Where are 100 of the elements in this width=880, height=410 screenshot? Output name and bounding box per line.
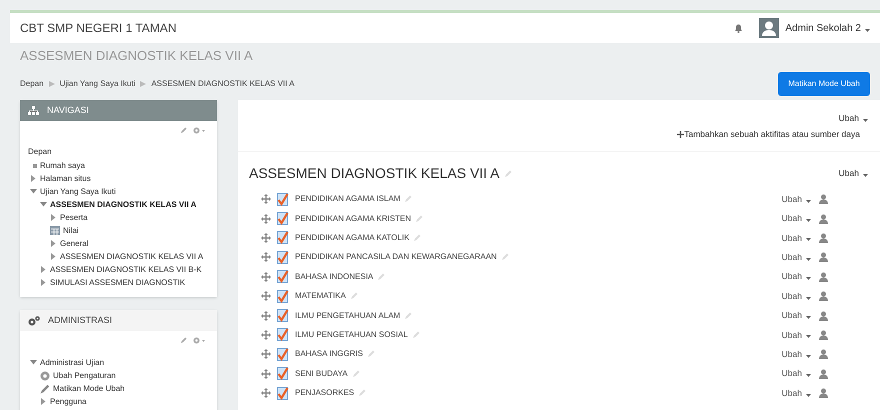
- nav-link[interactable]: Ubah Pengaturan: [53, 370, 116, 382]
- activity-link[interactable]: SENI BUDAYA: [295, 368, 348, 380]
- quiz-icon: [277, 231, 289, 244]
- activity-link[interactable]: BAHASA INGGRIS: [295, 348, 364, 360]
- activity-link[interactable]: MATEMATIKA: [295, 290, 346, 302]
- edit-menu[interactable]: Ubah: [782, 192, 802, 206]
- avatar-icon[interactable]: [759, 18, 780, 38]
- activity-link[interactable]: PENDIDIKAN AGAMA KATOLIK: [295, 232, 410, 244]
- user-icon[interactable]: [819, 252, 828, 262]
- expanded-arrow-icon[interactable]: [40, 202, 47, 207]
- plus-icon[interactable]: [677, 130, 684, 138]
- move-icon[interactable]: [261, 232, 271, 243]
- user-icon[interactable]: [819, 330, 828, 340]
- move-icon[interactable]: [261, 330, 271, 340]
- edit-menu[interactable]: Ubah: [782, 309, 802, 322]
- pencil-icon[interactable]: [180, 127, 187, 134]
- collapsed-arrow-icon[interactable]: [40, 279, 47, 286]
- user-icon[interactable]: [819, 232, 828, 243]
- page-title: ASSESMEN DIAGNOSTIK KELAS VII A: [19, 47, 254, 65]
- caret-icon: [863, 118, 868, 122]
- collapsed-arrow-icon[interactable]: [50, 253, 57, 260]
- expanded-arrow-icon[interactable]: [30, 360, 37, 365]
- move-icon[interactable]: [261, 252, 271, 262]
- nav-link[interactable]: Depan: [28, 146, 209, 159]
- bell-icon[interactable]: [734, 23, 744, 33]
- gear-icon[interactable]: [193, 337, 205, 344]
- move-icon[interactable]: [261, 388, 271, 398]
- nav-link[interactable]: ASSESMEN DIAGNOSTIK KELAS VII A: [60, 250, 204, 262]
- edit-menu[interactable]: Ubah: [782, 367, 802, 380]
- nav-link[interactable]: Peserta: [60, 212, 88, 224]
- gear-icon[interactable]: [193, 127, 205, 134]
- user-icon[interactable]: [819, 214, 828, 224]
- activity-link[interactable]: PENDIDIKAN PANCASILA DAN KEWARGANEGARAAN: [295, 251, 497, 264]
- activity-link[interactable]: ILMU PENGETAHUAN SOSIAL: [295, 328, 408, 341]
- quiz-icon: [277, 192, 289, 206]
- edit-mode-button[interactable]: Matikan Mode Ubah: [778, 72, 870, 96]
- move-icon[interactable]: [261, 291, 271, 302]
- nav-link[interactable]: Pengguna: [50, 396, 86, 408]
- edit-menu[interactable]: Ubah: [782, 270, 802, 284]
- quiz-icon: [277, 250, 289, 264]
- site-name[interactable]: CBT SMP NEGERI 1 TAMAN: [20, 19, 176, 37]
- move-icon[interactable]: [261, 349, 271, 360]
- user-icon[interactable]: [819, 349, 828, 360]
- edit-menu[interactable]: Ubah: [782, 386, 802, 400]
- nav-link[interactable]: Matikan Mode Ubah: [53, 382, 125, 394]
- caret-icon: [806, 277, 811, 280]
- expanded-arrow-icon[interactable]: [30, 189, 37, 194]
- sitemap-icon: [28, 106, 39, 115]
- pencil-icon[interactable]: [180, 337, 187, 344]
- collapsed-arrow-icon[interactable]: [40, 398, 47, 405]
- user-icon[interactable]: [819, 368, 828, 379]
- activity-link[interactable]: PENJASORKES: [295, 387, 354, 400]
- collapsed-arrow-icon[interactable]: [40, 266, 47, 273]
- nav-link[interactable]: General: [60, 238, 88, 250]
- move-icon[interactable]: [261, 214, 271, 224]
- user-name[interactable]: Admin Sekolah 2: [785, 20, 861, 36]
- edit-menu[interactable]: Ubah: [782, 232, 802, 244]
- user-icon[interactable]: [819, 194, 828, 204]
- bullet-icon: [33, 164, 37, 168]
- user-icon[interactable]: [819, 310, 828, 321]
- edit-menu[interactable]: Ubah: [782, 328, 802, 342]
- user-icon[interactable]: [819, 272, 828, 282]
- nav-link[interactable]: Nilai: [63, 224, 79, 236]
- collapsed-arrow-icon[interactable]: [50, 240, 57, 247]
- activity-link[interactable]: PENDIDIKAN AGAMA KRISTEN: [295, 212, 412, 225]
- breadcrumb-link[interactable]: Ujian Yang Saya Ikuti: [60, 78, 136, 90]
- caret-icon: [806, 258, 811, 261]
- edit-menu[interactable]: Ubah: [782, 250, 802, 264]
- move-icon[interactable]: [261, 310, 271, 321]
- collapsed-arrow-icon[interactable]: [30, 175, 37, 182]
- user-icon[interactable]: [819, 388, 828, 398]
- activity-link[interactable]: ILMU PENGETAHUAN ALAM: [295, 310, 400, 322]
- collapsed-arrow-icon[interactable]: [50, 214, 57, 221]
- caret-icon: [863, 174, 868, 177]
- nav-link[interactable]: SIMULASI ASSESMEN DIAGNOSTIK: [50, 276, 186, 288]
- edit-menu[interactable]: Ubah: [782, 290, 802, 303]
- nav-link[interactable]: ASSESMEN DIAGNOSTIK KELAS VII B-K: [50, 264, 202, 276]
- edit-menu[interactable]: Ubah: [782, 212, 802, 225]
- edit-menu[interactable]: Ubah: [838, 112, 859, 125]
- nav-link[interactable]: Halaman situs: [40, 172, 91, 184]
- nav-link[interactable]: Administrasi Ujian: [40, 356, 104, 368]
- caret-icon: [806, 354, 811, 358]
- nav-link[interactable]: Ujian Yang Saya Ikuti: [40, 186, 116, 198]
- edit-menu[interactable]: Ubah: [782, 348, 802, 361]
- breadcrumb-link[interactable]: ASSESMEN DIAGNOSTIK KELAS VII A: [151, 78, 294, 90]
- activity-link[interactable]: PENDIDIKAN AGAMA ISLAM: [295, 193, 400, 206]
- move-icon[interactable]: [261, 194, 271, 204]
- breadcrumb-arrow-icon: [140, 80, 146, 86]
- breadcrumb-link[interactable]: Depan: [20, 78, 44, 90]
- nav-link[interactable]: ASSESMEN DIAGNOSTIK KELAS VII A: [50, 198, 196, 210]
- gear-icon: [40, 370, 50, 380]
- user-icon[interactable]: [819, 291, 828, 302]
- move-icon[interactable]: [261, 272, 271, 282]
- nav-link[interactable]: Rumah saya: [40, 160, 85, 172]
- move-icon[interactable]: [261, 368, 271, 379]
- caret-icon: [806, 316, 811, 320]
- activity-link[interactable]: BAHASA INDONESIA: [295, 270, 374, 283]
- add-activity-link[interactable]: Tambahkan sebuah aktifitas atau sumber daya: [684, 128, 860, 140]
- edit-menu[interactable]: Ubah: [838, 167, 859, 180]
- caret-icon: [806, 219, 811, 222]
